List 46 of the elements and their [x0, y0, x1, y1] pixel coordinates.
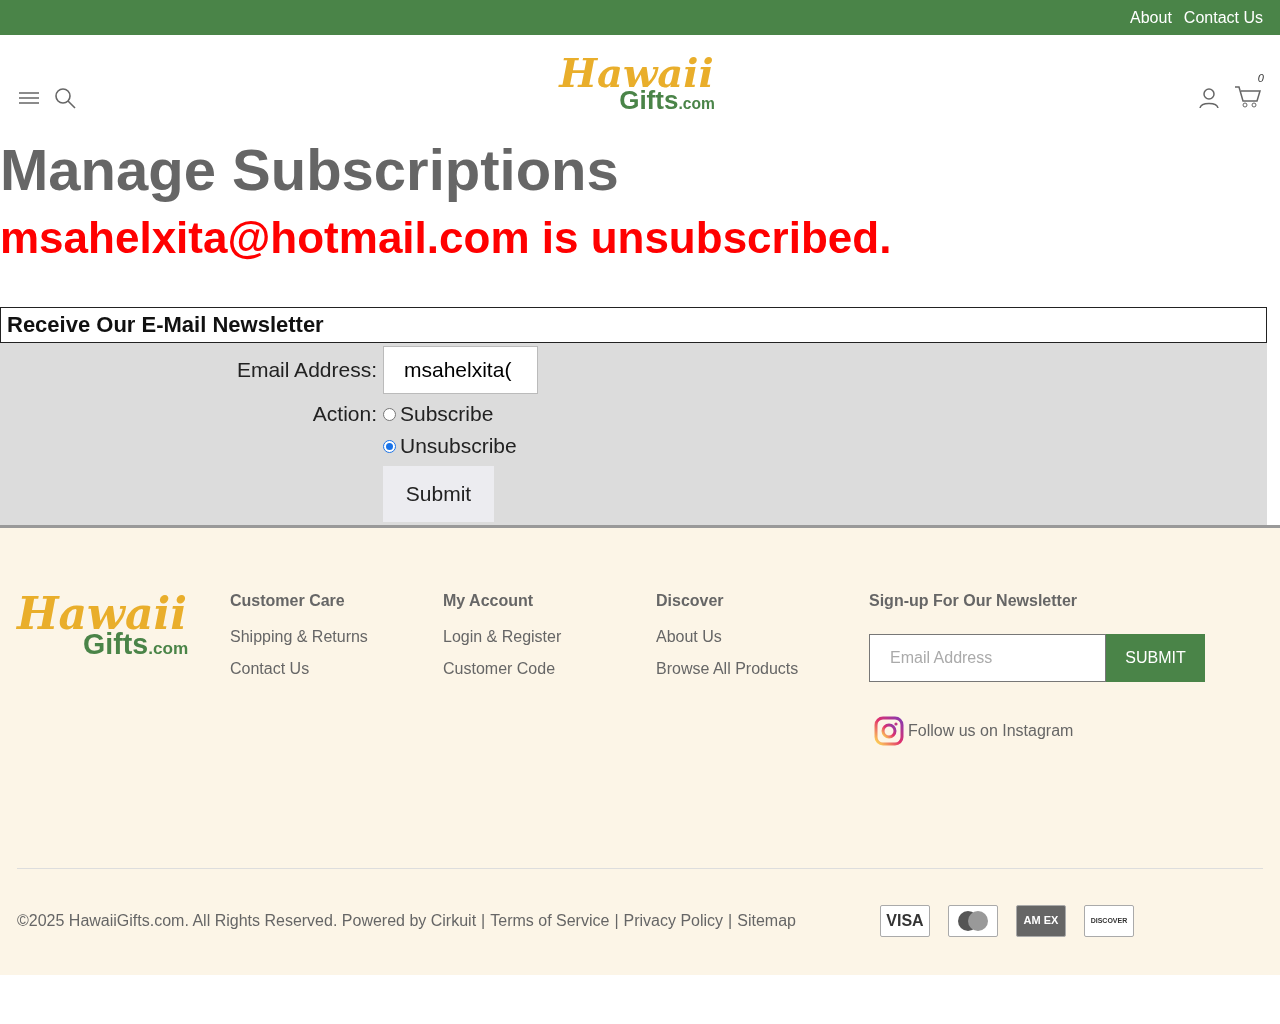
footer-link[interactable]: Customer Code	[443, 660, 656, 678]
submit-button[interactable]: SUBMIT	[1106, 634, 1205, 682]
column-heading: Discover	[656, 592, 725, 610]
search-icon[interactable]	[54, 86, 76, 109]
column-heading: Sign-up For Our Newsletter	[869, 592, 1078, 610]
legal-link[interactable]: Sitemap	[737, 912, 796, 930]
legal-link[interactable]: Terms of Service	[490, 912, 610, 930]
field-label: Action:	[311, 402, 377, 426]
instagram-link[interactable]: Follow us on Instagram	[874, 716, 1249, 746]
footer-link[interactable]: Login & Register	[443, 628, 656, 646]
cart-icon[interactable]	[1234, 83, 1262, 108]
radio-option[interactable]: Unsubscribe	[383, 434, 1267, 458]
separator: |	[614, 912, 619, 930]
site-logo[interactable]: Hawaii Gifts.com	[559, 52, 715, 113]
amex-card-icon: AM EX	[1015, 905, 1066, 937]
menu-icon[interactable]	[18, 90, 40, 105]
footer-link[interactable]: Shipping & Returns	[230, 628, 443, 646]
top-link[interactable]: About	[1130, 8, 1172, 27]
visa-card-icon: VISA	[879, 905, 930, 937]
column-heading: My Account	[443, 592, 535, 610]
field-label: Email Address:	[235, 358, 377, 382]
cart-count: 0	[1257, 71, 1264, 84]
separator: |	[728, 912, 733, 930]
radio-label: Unsubscribe	[400, 434, 517, 458]
footer-logo[interactable]: Hawaii Gifts.com	[17, 592, 230, 659]
copyright-text: ©2025 HawaiiGifts.com. All Rights Reserved. Powered by Cirkuit	[17, 912, 477, 930]
instagram-icon	[874, 716, 904, 746]
radio-button[interactable]	[383, 407, 396, 421]
email-input[interactable]: msahelxita(	[383, 346, 538, 394]
page-title: Manage Subscriptions	[0, 136, 620, 203]
column-heading: Customer Care	[230, 592, 346, 610]
footer-link[interactable]: About Us	[656, 628, 869, 646]
radio-button[interactable]	[383, 439, 396, 453]
radio-option[interactable]: Subscribe	[383, 402, 1267, 426]
separator: |	[481, 912, 486, 930]
status-message: msahelxita@hotmail.com is unsubscribed.	[0, 213, 893, 263]
email-input[interactable]: Email Address	[869, 634, 1106, 682]
legal-link[interactable]: Privacy Policy	[623, 912, 724, 930]
top-link[interactable]: Contact Us	[1183, 8, 1263, 27]
footer-link[interactable]: Browse All Products	[656, 660, 869, 678]
submit-button[interactable]: Submit	[383, 466, 494, 522]
radio-label: Subscribe	[400, 402, 494, 426]
footer-link[interactable]: Contact Us	[230, 660, 443, 678]
user-icon[interactable]	[1198, 86, 1220, 109]
mastercard-card-icon	[947, 905, 998, 937]
form-heading: Receive Our E-Mail Newsletter	[0, 307, 1267, 343]
